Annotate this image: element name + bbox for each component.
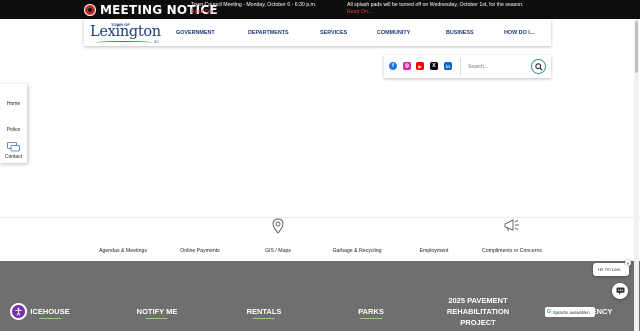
notice-item-splash-pads[interactable]: All splash pads will be turned off on We… — [347, 2, 523, 16]
quick-link-home[interactable]: Home — [0, 101, 27, 107]
band-link-label: ICEHOUSE — [30, 307, 70, 316]
accessibility-button[interactable] — [10, 303, 27, 320]
quick-services-row: Agendas & Meetings Online Payments GIS /… — [0, 217, 640, 260]
logo-state-text: SC — [154, 40, 159, 44]
site-header: TOWN OF Lexington SC GOVERNMENT DEPARTME… — [84, 19, 551, 46]
band-link-label: RENTALS — [246, 307, 282, 316]
chat-greeting-text: Hi! I'm Lexi. — [598, 267, 622, 272]
notice-item-council-meeting[interactable]: Town Council Meeting - Monday, October 6… — [191, 2, 316, 16]
band-link-rentals[interactable]: RENTALS — [246, 307, 282, 319]
band-link-label: 2025 PAVEMENT REHABILITATION PROJECT — [446, 296, 510, 327]
facebook-icon[interactable]: f — [389, 62, 397, 70]
band-link-parks[interactable]: PARKS — [358, 307, 384, 319]
youtube-icon[interactable]: ▶ — [416, 62, 424, 70]
alert-icon — [84, 3, 96, 16]
chat-icon — [616, 287, 624, 295]
scrollbar-thumb[interactable] — [635, 21, 638, 73]
accessibility-icon — [15, 307, 22, 316]
chat-bubbles-icon — [7, 142, 20, 152]
nav-departments[interactable]: DEPARTMENTS — [248, 19, 289, 46]
meeting-notice-bar: MEETING NOTICE Town Council Meeting - Mo… — [0, 0, 640, 19]
town-logo[interactable]: TOWN OF Lexington SC — [90, 22, 161, 46]
nav-government[interactable]: GOVERNMENT — [176, 19, 215, 46]
nav-community[interactable]: COMMUNITY — [377, 19, 410, 46]
quick-link-police[interactable]: Police — [0, 127, 27, 133]
quick-links-panel: Home Police Contact — [0, 84, 27, 163]
search-icon — [534, 62, 543, 71]
band-link-icehouse[interactable]: ICEHOUSE — [30, 307, 70, 319]
linkedin-icon[interactable]: in — [444, 62, 452, 70]
service-gis-maps[interactable]: GIS / Maps — [265, 248, 291, 254]
notice-item-text: Town Council Meeting - Monday, October 6… — [191, 2, 317, 8]
band-link-label: PARKS — [358, 307, 384, 316]
megaphone-icon — [504, 219, 519, 232]
x-icon[interactable]: X — [430, 62, 438, 70]
chatbot-button[interactable] — [612, 283, 628, 299]
service-garbage-recycling[interactable]: Garbage & Recycling — [332, 248, 381, 254]
translate-widget[interactable]: G Sprache auswählen — [545, 307, 595, 317]
page: MEETING NOTICE Town Council Meeting - Mo… — [0, 0, 640, 331]
nav-business[interactable]: BUSINESS — [446, 19, 474, 46]
band-link-label: NOTIFY ME — [136, 307, 178, 316]
notice-item-text: All splash pads will be turned off on We… — [347, 2, 524, 8]
translate-label: Sprache auswählen — [552, 309, 590, 315]
band-link-notify-me[interactable]: NOTIFY ME — [136, 307, 178, 319]
featured-links-band: ICEHOUSE NOTIFY ME RENTALS PARKS 2025 PA… — [0, 261, 640, 331]
service-online-payments[interactable]: Online Payments — [180, 248, 220, 254]
close-icon[interactable]: ✕ — [625, 260, 631, 266]
read-on-link[interactable]: Read On... — [191, 9, 316, 16]
google-g-icon: G — [547, 309, 551, 315]
search-input[interactable] — [468, 63, 520, 71]
read-on-link[interactable]: Read On... — [347, 9, 523, 16]
nav-how-do-i[interactable]: HOW DO I... — [504, 19, 534, 46]
instagram-icon[interactable]: ◎ — [403, 62, 411, 70]
service-agendas-meetings[interactable]: Agendas & Meetings — [99, 248, 147, 254]
service-compliments-concerns[interactable]: Compliments or Concerns — [482, 248, 542, 254]
quick-link-contact[interactable]: Contact — [0, 154, 27, 160]
band-link-pavement-project[interactable]: 2025 PAVEMENT REHABILITATION PROJECT — [442, 295, 514, 328]
logo-name-text: Lexington — [90, 24, 161, 40]
map-pin-icon — [272, 218, 284, 234]
search-button[interactable] — [531, 59, 546, 74]
service-employment[interactable]: Employment — [420, 248, 449, 254]
chat-greeting-bubble[interactable]: Hi! I'm Lexi. — [593, 263, 629, 276]
nav-services[interactable]: SERVICES — [320, 19, 347, 46]
divider — [460, 58, 461, 75]
page-scrollbar[interactable] — [634, 19, 639, 331]
logo-swoosh — [96, 41, 152, 44]
